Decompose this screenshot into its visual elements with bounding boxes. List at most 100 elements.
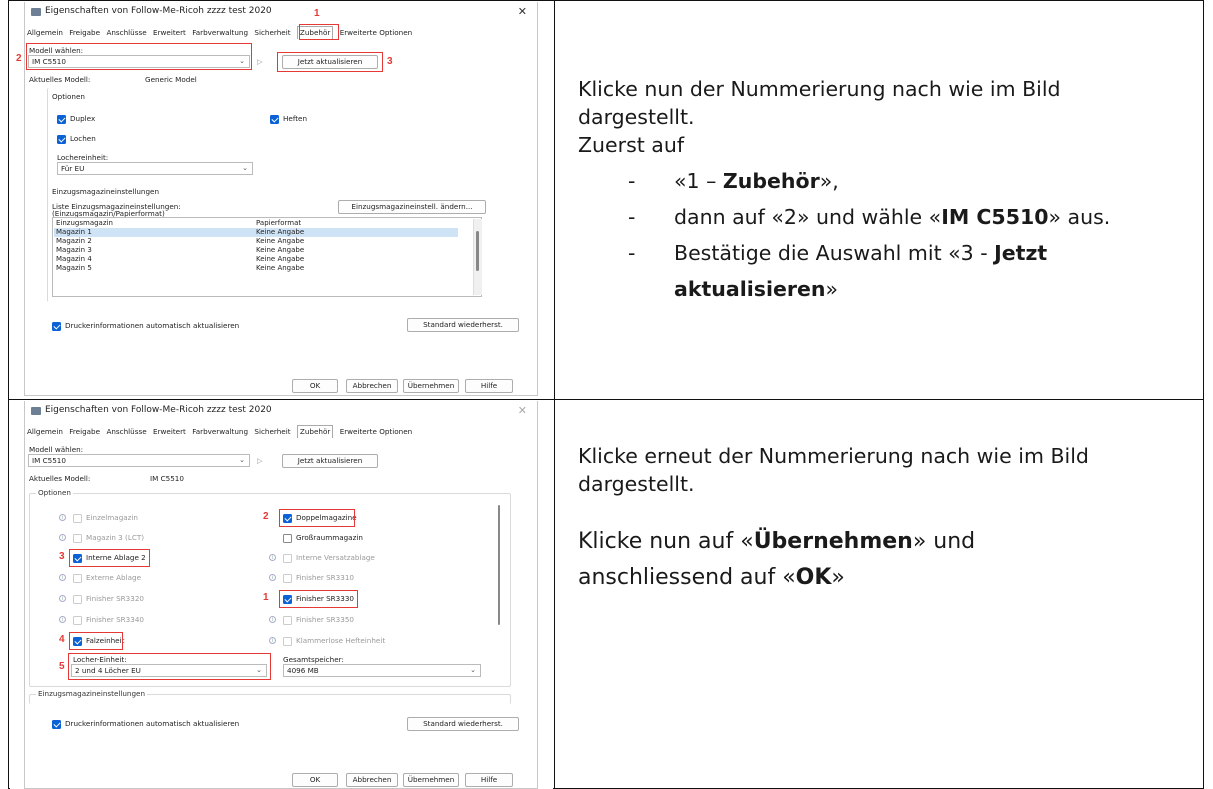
step-marker: 4 (59, 634, 65, 645)
tab-sicherheit[interactable]: Sicherheit (254, 27, 290, 39)
current-model-label: Aktuelles Modell: (29, 474, 91, 483)
finisher-sr3350-checkbox[interactable]: Finisher SR3350 (283, 614, 354, 626)
tray-table: Einzugsmagazin Papierformat Magazin 1 Kein… (52, 217, 482, 297)
tab-freigabe[interactable]: Freigabe (69, 426, 100, 438)
interne-versatzablage-checkbox[interactable]: Interne Versatzablage (283, 552, 375, 564)
paper-format: Keine Angabe (256, 246, 305, 254)
bullet-dash: - (628, 205, 636, 229)
cancel-button[interactable]: Abbrechen (346, 379, 398, 393)
klammerlose-hefteinheit-checkbox[interactable]: Klammerlose Hefteinheit (283, 635, 385, 647)
table-row[interactable]: Magazin 3 Keine Angabe (54, 246, 458, 255)
bullet-bold: Jetzt (994, 241, 1048, 265)
ok-button[interactable]: OK (292, 379, 338, 393)
table-row[interactable]: Magazin 4 Keine Angabe (54, 255, 458, 264)
auto-update-checkbox[interactable]: Druckerinformationen automatisch aktuali… (52, 320, 239, 332)
info-icon: i (59, 595, 66, 602)
externe-ablage-checkbox[interactable]: Externe Ablage (73, 572, 141, 584)
bullet-item-continued: aktualisieren» (578, 275, 1208, 303)
tab-bar: Allgemein Freigabe Anschlüsse Erweitert … (27, 425, 416, 438)
cancel-button[interactable]: Abbrechen (346, 773, 398, 787)
punch-unit-select[interactable]: Für EU ⌄ (57, 162, 253, 175)
bullet-text: Bestätige die Auswahl mit «3 - (674, 241, 995, 265)
chevron-down-icon: ⌄ (239, 456, 245, 464)
tab-erweitert[interactable]: Erweitert (153, 426, 186, 438)
finisher-sr3310-checkbox[interactable]: Finisher SR3310 (283, 572, 354, 584)
column-header: Einzugsmagazin (56, 219, 113, 227)
dialog-title: Eigenschaften von Follow-Me-Ricoh zzzz t… (45, 405, 272, 415)
update-now-button[interactable]: Jetzt aktualisieren (282, 454, 378, 468)
auto-update-checkbox[interactable]: Druckerinformationen automatisch aktuali… (52, 718, 239, 730)
change-tray-settings-button[interactable]: Einzugsmagazineinstell. ändern... (338, 200, 486, 214)
tab-allgemein[interactable]: Allgemein (27, 426, 63, 438)
tab-allgemein[interactable]: Allgemein (27, 27, 63, 39)
table-row[interactable]: Magazin 5 Keine Angabe (54, 264, 458, 273)
tab-erweiterte-optionen[interactable]: Erweiterte Optionen (340, 27, 412, 39)
checkbox-box (283, 534, 292, 543)
tray-name: Magazin 4 (56, 255, 92, 263)
tab-farbverwaltung[interactable]: Farbverwaltung (192, 27, 248, 39)
heften-checkbox[interactable]: Heften (270, 113, 307, 125)
duplex-checkbox[interactable]: Duplex (57, 113, 95, 125)
table-scrollbar[interactable] (473, 219, 482, 295)
einzelmagazin-checkbox[interactable]: Einzelmagazin (73, 512, 138, 524)
row-divider (9, 399, 1203, 400)
lochen-checkbox[interactable]: Lochen (57, 133, 96, 145)
magazin3-checkbox[interactable]: Magazin 3 (LCT) (73, 532, 144, 544)
checkbox-box (57, 135, 66, 144)
tab-erweiterte-optionen[interactable]: Erweiterte Optionen (340, 426, 412, 438)
scrollbar-thumb[interactable] (476, 231, 479, 271)
finisher-sr3340-checkbox[interactable]: Finisher SR3340 (73, 614, 144, 626)
bullet-text: dann auf «2» und wähle « (674, 205, 942, 229)
option-label: Interne Versatzablage (296, 553, 375, 562)
tab-erweitert[interactable]: Erweitert (153, 27, 186, 39)
tab-anschluesse[interactable]: Anschlüsse (106, 426, 146, 438)
table-row[interactable]: Magazin 1 Keine Angabe (54, 228, 458, 237)
model-select[interactable]: IM C5510 ⌄ (28, 454, 250, 467)
apply-button[interactable]: Übernehmen (403, 773, 459, 787)
checkbox-box (270, 115, 279, 124)
grossraummagazin-checkbox[interactable]: Großraummagazin (283, 532, 363, 544)
checkbox-box (283, 554, 292, 563)
memory-select[interactable]: 4096 MB ⌄ (283, 664, 481, 677)
options-scrollbar[interactable] (495, 501, 504, 681)
tab-freigabe[interactable]: Freigabe (69, 27, 100, 39)
apply-button[interactable]: Übernehmen (403, 379, 459, 393)
tab-sicherheit[interactable]: Sicherheit (254, 426, 290, 438)
step-marker: 2 (16, 53, 22, 64)
options-group-title: Optionen (36, 488, 73, 497)
paper-format: Keine Angabe (256, 255, 305, 263)
help-button[interactable]: Hilfe (465, 773, 513, 787)
scrollbar-thumb[interactable] (498, 505, 500, 625)
close-icon[interactable]: ✕ (518, 5, 527, 18)
bullet-item: - «1 – Zubehör», (578, 167, 1208, 195)
current-model-value: IM C5510 (150, 474, 184, 483)
help-button[interactable]: Hilfe (465, 379, 513, 393)
tab-anschluesse[interactable]: Anschlüsse (106, 27, 146, 39)
option-label: Einzelmagazin (86, 513, 138, 522)
dialog-title: Eigenschaften von Follow-Me-Ricoh zzzz t… (45, 6, 272, 16)
finisher-sr3320-checkbox[interactable]: Finisher SR3320 (73, 593, 144, 605)
ok-button[interactable]: OK (292, 773, 338, 787)
instruction-line: dargestellt. (578, 105, 695, 129)
close-icon[interactable]: ✕ (518, 404, 527, 417)
checkbox-box (57, 115, 66, 124)
chevron-down-icon: ⌄ (242, 164, 248, 172)
bullet-bold: aktualisieren (674, 277, 826, 301)
restore-defaults-button[interactable]: Standard wiederherst. (407, 717, 519, 731)
restore-defaults-button[interactable]: Standard wiederherst. (407, 318, 519, 332)
paper-format: Keine Angabe (256, 264, 305, 272)
table-row[interactable]: Magazin 2 Keine Angabe (54, 237, 458, 246)
bullet-bold: Zubehör (722, 169, 820, 193)
checkbox-box (73, 595, 82, 604)
instruction-line: Klicke erneut der Nummerierung nach wie … (578, 444, 1089, 468)
instruction-text: anschliessend auf « (578, 565, 796, 590)
step-marker: 3 (59, 551, 65, 562)
instruction-line: Zuerst auf (578, 133, 685, 157)
highlight-box (277, 52, 383, 72)
highlight-box (68, 653, 271, 680)
tab-zubehoer[interactable]: Zubehör (296, 425, 334, 438)
tab-farbverwaltung[interactable]: Farbverwaltung (192, 426, 248, 438)
memory-value: 4096 MB (287, 666, 319, 675)
info-icon: i (269, 554, 276, 561)
instruction-text: Klicke nun auf « (578, 529, 754, 554)
